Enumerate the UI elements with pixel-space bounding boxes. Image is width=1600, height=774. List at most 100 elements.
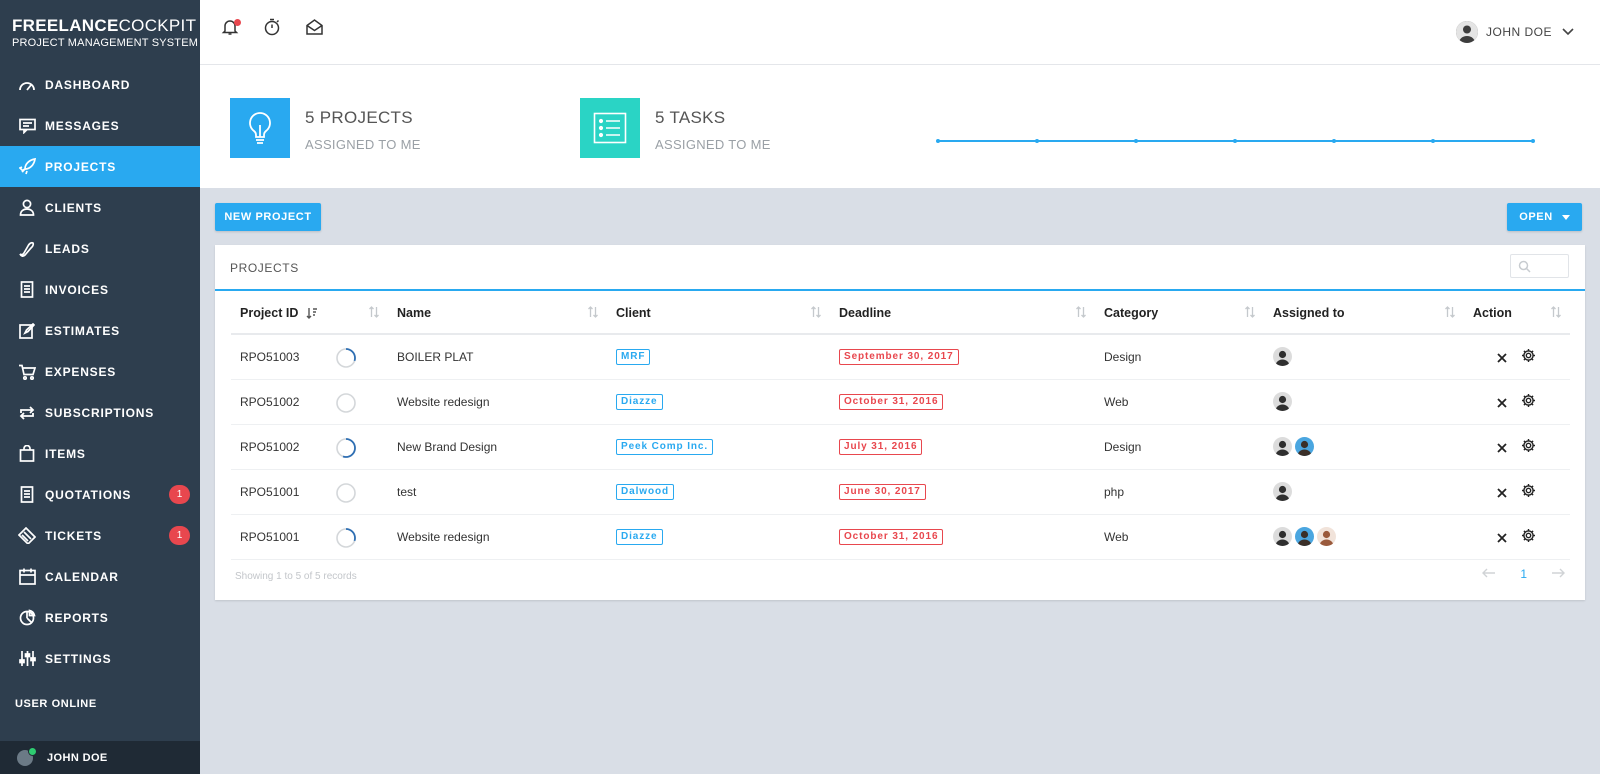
delete-icon[interactable] xyxy=(1494,395,1510,411)
status-filter-dropdown[interactable]: OPEN xyxy=(1507,203,1582,231)
delete-icon[interactable] xyxy=(1494,485,1510,501)
lightbulb-icon xyxy=(230,98,290,158)
project-name[interactable]: test xyxy=(388,469,607,515)
sidebar-item-label: ESTIMATES xyxy=(45,323,120,338)
project-id: RPO51002 xyxy=(240,439,300,454)
table-row[interactable]: RPO51002 New Brand Design Peek Comp Inc. Ju… xyxy=(231,424,1570,470)
sidebar-item-dashboard[interactable]: DASHBOARD xyxy=(0,64,200,105)
sort-icon[interactable] xyxy=(587,306,599,321)
avatar[interactable] xyxy=(1295,527,1314,546)
sidebar-item-leads[interactable]: LEADS xyxy=(0,228,200,269)
avatar[interactable] xyxy=(1273,392,1292,411)
assigned-cell xyxy=(1264,334,1464,380)
project-name[interactable]: Website redesign xyxy=(388,379,607,425)
table-row[interactable]: RPO51002 Website redesign Diazze October 31… xyxy=(231,379,1570,425)
sidebar-item-invoices[interactable]: INVOICES xyxy=(0,269,200,310)
sliders-icon xyxy=(18,650,36,668)
avatar[interactable] xyxy=(1273,482,1292,501)
client-tag[interactable]: Dalwood xyxy=(616,484,674,500)
project-name[interactable]: New Brand Design xyxy=(388,424,607,470)
table-row[interactable]: RPO51001 Website redesign Diazze October 31… xyxy=(231,514,1570,560)
sort-icon[interactable] xyxy=(810,306,822,321)
sort-icon[interactable] xyxy=(368,306,380,321)
sort-icon[interactable] xyxy=(1550,306,1562,321)
deadline-tag: June 30, 2017 xyxy=(839,484,926,500)
project-name[interactable]: BOILER PLAT xyxy=(388,334,607,380)
column-header-assigned-to[interactable]: Assigned to xyxy=(1264,292,1464,335)
client-tag[interactable]: Diazze xyxy=(616,529,663,545)
avatar[interactable] xyxy=(1273,527,1292,546)
inbox-button[interactable] xyxy=(303,18,325,40)
gear-icon[interactable] xyxy=(1520,437,1536,453)
delete-icon[interactable] xyxy=(1494,530,1510,546)
sidebar-item-settings[interactable]: SETTINGS xyxy=(0,638,200,679)
sidebar-item-estimates[interactable]: ESTIMATES xyxy=(0,310,200,351)
brand-name-light: COCKPIT xyxy=(118,16,197,35)
user-menu[interactable]: JOHN DOE xyxy=(1455,21,1574,43)
gear-icon[interactable] xyxy=(1520,348,1536,364)
avatar[interactable] xyxy=(1317,527,1336,546)
delete-icon[interactable] xyxy=(1494,440,1510,456)
sidebar-item-quotations[interactable]: QUOTATIONS 1 xyxy=(0,474,200,515)
search-input[interactable] xyxy=(1510,254,1569,278)
search-icon xyxy=(1518,260,1531,278)
gear-icon[interactable] xyxy=(1520,527,1536,543)
assigned-cell xyxy=(1264,469,1464,515)
column-header-action[interactable]: Action xyxy=(1464,292,1570,335)
sidebar-item-subscriptions[interactable]: SUBSCRIPTIONS xyxy=(0,392,200,433)
stopwatch-icon xyxy=(263,18,281,41)
avatar[interactable] xyxy=(1273,437,1292,456)
client-tag[interactable]: Diazze xyxy=(616,394,663,410)
sort-icon[interactable] xyxy=(1244,306,1256,321)
sidebar-item-projects[interactable]: PROJECTS xyxy=(0,146,200,187)
sidebar-item-label: TICKETS xyxy=(45,528,102,543)
column-header-client[interactable]: Client xyxy=(607,292,830,335)
timer-button[interactable] xyxy=(261,18,283,40)
sidebar-item-items[interactable]: ITEMS xyxy=(0,433,200,474)
notification-dot xyxy=(234,19,241,26)
table-row[interactable]: RPO51003 BOILER PLAT MRF September 30, 2017… xyxy=(231,334,1570,380)
deadline-cell: July 31, 2016 xyxy=(830,424,1095,470)
document-icon xyxy=(18,281,36,299)
page-number[interactable]: 1 xyxy=(1520,567,1527,581)
column-header-name[interactable]: Name xyxy=(388,292,607,335)
column-header-category[interactable]: Category xyxy=(1095,292,1264,335)
phone-icon xyxy=(18,240,36,258)
avatar[interactable] xyxy=(1295,437,1314,456)
sidebar-item-tickets[interactable]: TICKETS 1 xyxy=(0,515,200,556)
column-header-project-id[interactable]: Project ID xyxy=(231,292,388,335)
assigned-cell xyxy=(1264,514,1464,560)
sort-icon[interactable] xyxy=(1075,306,1087,321)
sidebar-item-expenses[interactable]: EXPENSES xyxy=(0,351,200,392)
sidebar-item-reports[interactable]: REPORTS xyxy=(0,597,200,638)
project-name[interactable]: Website redesign xyxy=(388,514,607,560)
client-tag[interactable]: MRF xyxy=(616,349,651,366)
gear-icon[interactable] xyxy=(1520,392,1536,408)
sidebar-item-clients[interactable]: CLIENTS xyxy=(0,187,200,228)
project-id-cell: RPO51003 xyxy=(231,334,388,380)
client-tag[interactable]: Peek Comp Inc. xyxy=(616,439,714,455)
user-online-title: USER ONLINE xyxy=(15,698,97,710)
column-header-label: Assigned to xyxy=(1273,305,1345,320)
notifications-button[interactable] xyxy=(219,18,241,40)
sort-icon[interactable] xyxy=(1444,306,1456,321)
ticket-icon xyxy=(18,527,36,545)
new-project-button[interactable]: NEW PROJECT xyxy=(215,203,321,231)
column-header-deadline[interactable]: Deadline xyxy=(830,292,1095,335)
table-row[interactable]: RPO51001 test Dalwood June 30, 2017 php xyxy=(231,469,1570,515)
avatar[interactable] xyxy=(1273,347,1292,367)
sort-desc-icon[interactable] xyxy=(306,307,318,322)
client-cell: Diazze xyxy=(607,379,830,425)
category: Web xyxy=(1095,514,1264,560)
sidebar-item-calendar[interactable]: CALENDAR xyxy=(0,556,200,597)
brand[interactable]: FREELANCECOCKPIT PROJECT MANAGEMENT SYST… xyxy=(0,0,200,64)
action-cell xyxy=(1464,379,1570,425)
sidebar: FREELANCECOCKPIT PROJECT MANAGEMENT SYST… xyxy=(0,0,200,774)
gear-icon[interactable] xyxy=(1520,482,1536,498)
delete-icon[interactable] xyxy=(1494,350,1510,366)
prev-page-arrow-icon[interactable] xyxy=(1482,567,1496,581)
next-page-arrow-icon[interactable] xyxy=(1551,567,1565,581)
online-user[interactable]: JOHN DOE xyxy=(0,741,200,774)
sidebar-item-messages[interactable]: MESSAGES xyxy=(0,105,200,146)
deadline-cell: June 30, 2017 xyxy=(830,469,1095,515)
